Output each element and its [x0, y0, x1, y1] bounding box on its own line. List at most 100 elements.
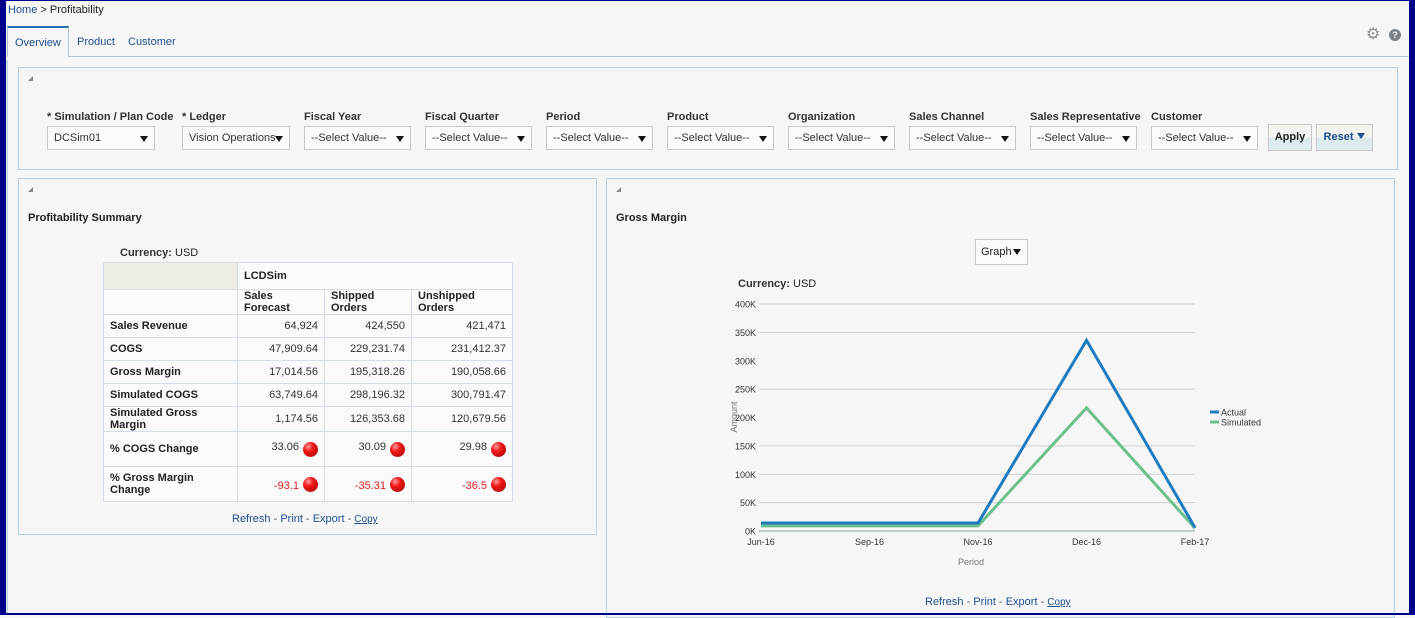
- table-header-row: Sales ForecastShipped OrdersUnshipped Or…: [104, 290, 513, 315]
- refresh-link[interactable]: Refresh: [232, 513, 271, 525]
- currency-label: Currency:: [120, 247, 172, 259]
- table-row: % COGS Change33.0630.0929.98: [104, 432, 513, 467]
- table-cell: 126,353.68: [325, 407, 412, 432]
- status-red-indicator-icon: [491, 442, 506, 457]
- help-icon[interactable]: ?: [1389, 29, 1401, 41]
- y-tick-label: 250K: [735, 385, 756, 395]
- table-cell: 47,909.64: [238, 338, 325, 361]
- filter-select[interactable]: DCSim01: [47, 126, 155, 150]
- filter-select[interactable]: --Select Value--: [304, 126, 411, 150]
- y-tick-label: 100K: [735, 470, 756, 480]
- collapse-icon[interactable]: [28, 187, 33, 192]
- filter-select[interactable]: --Select Value--: [667, 126, 774, 150]
- filter-field: * LedgerVision Operations: [182, 110, 290, 150]
- table-cell: 231,412.37: [412, 338, 513, 361]
- cell-value: 64,924: [284, 320, 318, 332]
- filter-select-value: --Select Value--: [553, 132, 629, 144]
- filter-field: Fiscal Quarter--Select Value--: [425, 110, 532, 150]
- filter-field: Period--Select Value--: [546, 110, 653, 150]
- filter-field: * Simulation / Plan CodeDCSim01: [47, 110, 174, 150]
- table-cell: 64,924: [238, 315, 325, 338]
- filter-select-value: --Select Value--: [311, 132, 387, 144]
- chevron-down-icon: [140, 136, 148, 142]
- x-axis-label: Period: [958, 557, 984, 567]
- filter-select-value: --Select Value--: [674, 132, 750, 144]
- filter-select-value: --Select Value--: [1158, 132, 1234, 144]
- chevron-down-icon: [1001, 136, 1009, 142]
- table-cell: 29.98: [412, 432, 513, 467]
- chevron-down-icon: [396, 136, 404, 142]
- filter-select[interactable]: --Select Value--: [788, 126, 895, 150]
- row-header: COGS: [104, 338, 238, 361]
- status-red-indicator-icon: [303, 477, 318, 492]
- header-icons: ⚙ ?: [1366, 28, 1401, 42]
- y-tick-label: 150K: [735, 441, 756, 451]
- reset-button-label: Reset: [1324, 131, 1354, 143]
- table-cell: 298,196.32: [325, 384, 412, 407]
- currency-readout: Currency: USD: [120, 247, 198, 259]
- row-header: Sales Revenue: [104, 315, 238, 338]
- filter-field: Product--Select Value--: [667, 110, 774, 150]
- tab-product[interactable]: Product: [70, 28, 122, 56]
- breadcrumb-home-link[interactable]: Home: [8, 4, 37, 16]
- cell-value: 30.09: [358, 441, 386, 453]
- filter-select[interactable]: --Select Value--: [1030, 126, 1137, 150]
- cell-value: 195,318.26: [350, 366, 405, 378]
- cell-value: 298,196.32: [350, 389, 405, 401]
- apply-button[interactable]: Apply: [1268, 124, 1312, 151]
- status-red-indicator-icon: [303, 442, 318, 457]
- export-link[interactable]: Export: [1006, 596, 1038, 608]
- cell-value: 120,679.56: [451, 413, 506, 425]
- y-axis-label: Amount: [729, 401, 739, 433]
- filter-select[interactable]: --Select Value--: [1151, 126, 1258, 150]
- print-link[interactable]: Print: [280, 513, 303, 525]
- chevron-down-icon: [1357, 133, 1365, 139]
- cell-value: 231,412.37: [451, 343, 506, 355]
- table-cell: 421,471: [412, 315, 513, 338]
- table-corner-cell: [104, 263, 238, 290]
- x-tick-label: Jun-16: [747, 537, 775, 547]
- table-cell: 17,014.56: [238, 361, 325, 384]
- row-header: % COGS Change: [104, 432, 238, 467]
- table-header-row: LCDSim: [104, 263, 513, 290]
- table-row: COGS 47,909.64 229,231.74 231,412.37: [104, 338, 513, 361]
- breadcrumb: Home > Profitability: [8, 4, 104, 16]
- row-header: Simulated COGS: [104, 384, 238, 407]
- chevron-down-icon: [1243, 136, 1251, 142]
- chevron-down-icon: [638, 136, 646, 142]
- series-line-simulated: [761, 408, 1195, 528]
- status-red-indicator-icon: [390, 442, 405, 457]
- table-row: Simulated Gross Margin1,174.56126,353.68…: [104, 407, 513, 432]
- reset-button[interactable]: Reset: [1316, 124, 1373, 151]
- export-link[interactable]: Export: [313, 513, 345, 525]
- copy-link[interactable]: Copy: [1047, 597, 1070, 608]
- table-row: Gross Margin17,014.56195,318.26190,058.6…: [104, 361, 513, 384]
- filter-select[interactable]: --Select Value--: [909, 126, 1016, 150]
- cell-value: 424,550: [365, 320, 405, 332]
- tab-overview[interactable]: Overview: [7, 26, 69, 57]
- x-tick-label: Dec-16: [1072, 537, 1101, 547]
- summary-links: Refresh - Print - Export - Copy: [232, 513, 378, 525]
- breadcrumb-current: Profitability: [50, 4, 104, 16]
- chevron-down-icon: [759, 136, 767, 142]
- table-cell: 229,231.74: [325, 338, 412, 361]
- y-tick-label: 0K: [745, 527, 756, 537]
- collapse-icon[interactable]: [28, 76, 33, 81]
- copy-link[interactable]: Copy: [354, 514, 377, 525]
- cell-value: 47,909.64: [269, 343, 318, 355]
- panel-title: Profitability Summary: [28, 212, 142, 224]
- filter-select[interactable]: --Select Value--: [546, 126, 653, 150]
- tab-customer[interactable]: Customer: [121, 28, 183, 56]
- cell-value: 126,353.68: [350, 413, 405, 425]
- cell-value: 63,749.64: [269, 389, 318, 401]
- chevron-down-icon: [517, 136, 525, 142]
- table-cell: 300,791.47: [412, 384, 513, 407]
- print-link[interactable]: Print: [973, 596, 996, 608]
- gear-icon[interactable]: ⚙: [1366, 28, 1380, 42]
- cell-value: 1,174.56: [275, 413, 318, 425]
- filter-select[interactable]: --Select Value--: [425, 126, 532, 150]
- filter-select[interactable]: Vision Operations: [182, 126, 290, 150]
- row-header: % Gross Margin Change: [104, 467, 238, 502]
- refresh-link[interactable]: Refresh: [925, 596, 964, 608]
- column-group-header: LCDSim: [238, 263, 513, 290]
